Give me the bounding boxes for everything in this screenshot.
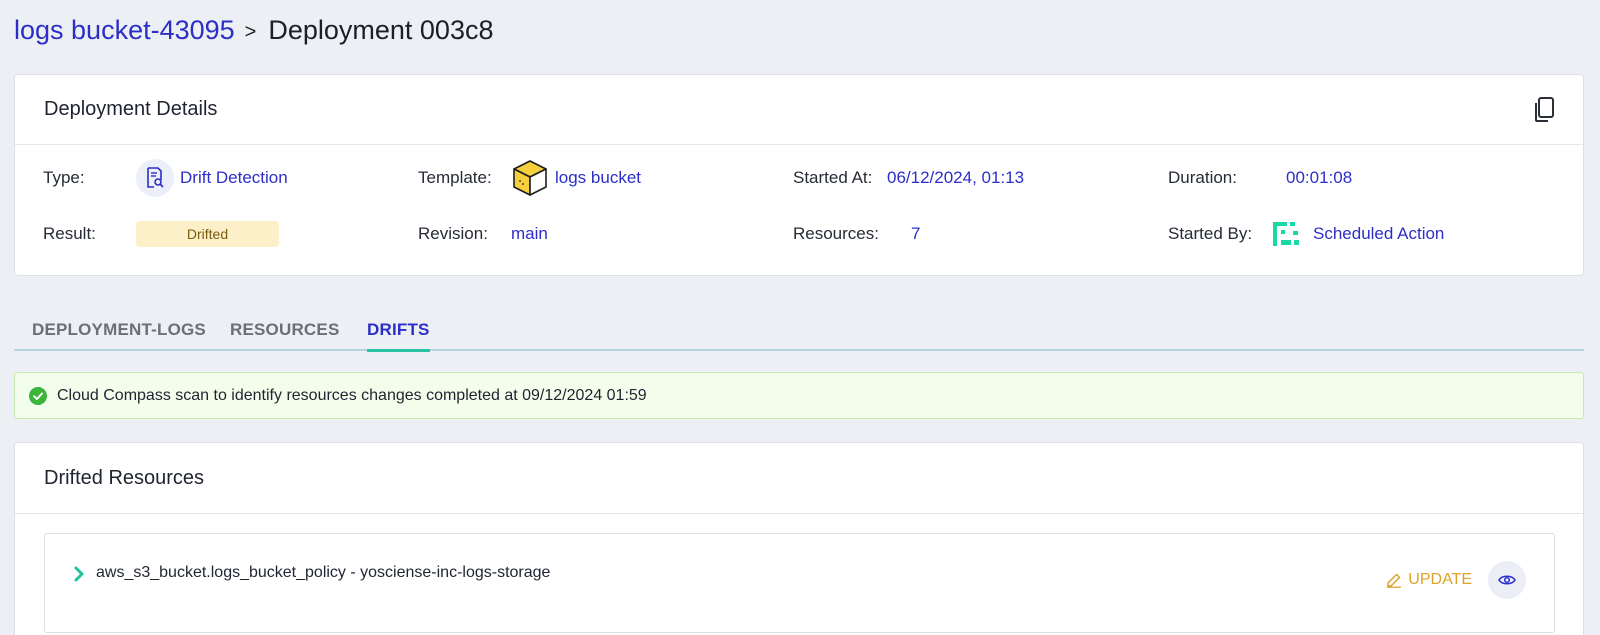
package-box-icon xyxy=(513,160,547,196)
resources-value-group: 7 xyxy=(911,216,920,252)
started-by-value-group[interactable]: Scheduled Action xyxy=(1271,216,1444,252)
resources-label: Resources: xyxy=(793,224,879,243)
duration-label: Duration: xyxy=(1168,168,1237,187)
result-label: Result: xyxy=(43,224,96,243)
drift-detection-icon xyxy=(136,159,174,197)
copy-icon[interactable] xyxy=(1533,97,1555,123)
started-by-field: Started By: xyxy=(1168,216,1252,252)
breadcrumb-parent-link[interactable]: logs bucket-43095 xyxy=(14,15,235,46)
type-field: Type: xyxy=(43,160,85,196)
started-at-field: Started At: xyxy=(793,160,872,196)
deployment-details-card: Deployment Details Type: Drift Detection… xyxy=(14,74,1584,276)
tab-bar: DEPLOYMENT-LOGS RESOURCES DRIFTS xyxy=(14,308,1584,352)
alert-message: Cloud Compass scan to identify resources… xyxy=(57,386,647,404)
eye-icon xyxy=(1498,575,1516,585)
result-status-badge: Drifted xyxy=(136,221,279,247)
deployment-details-header: Deployment Details xyxy=(15,75,1583,145)
started-by-label: Started By: xyxy=(1168,224,1253,243)
breadcrumb-separator: > xyxy=(244,20,257,43)
pencil-icon xyxy=(1387,573,1402,588)
drifted-resources-card: Drifted Resources aws_s3_bucket.logs_buc… xyxy=(14,442,1584,635)
revision-value-group: main xyxy=(511,216,548,252)
started-at-value-group: 06/12/2024, 01:13 xyxy=(887,160,1024,196)
template-field: Template: xyxy=(418,160,492,196)
duration-value: 00:01:08 xyxy=(1286,168,1353,187)
view-details-button[interactable] xyxy=(1488,561,1526,599)
drifted-resources-title: Drifted Resources xyxy=(44,466,205,489)
started-by-value[interactable]: Scheduled Action xyxy=(1313,224,1444,244)
started-at-label: Started At: xyxy=(793,168,873,187)
update-button-label: UPDATE xyxy=(1408,571,1472,588)
page-title: Deployment 003c8 xyxy=(268,14,494,45)
resources-value: 7 xyxy=(911,224,921,243)
type-value[interactable]: Drift Detection xyxy=(180,168,288,188)
started-at-value: 06/12/2024, 01:13 xyxy=(887,168,1025,187)
check-circle-icon xyxy=(29,386,47,405)
duration-value-group: 00:01:08 xyxy=(1286,160,1352,196)
template-value-group[interactable]: logs bucket xyxy=(512,160,641,196)
scheduled-action-logo-icon xyxy=(1273,222,1299,246)
drifted-resource-name[interactable]: aws_s3_bucket.logs_bucket_policy - yosci… xyxy=(96,564,550,582)
duration-field: Duration: xyxy=(1168,160,1237,196)
breadcrumb: logs bucket-43095 > Deployment 003c8 xyxy=(14,12,493,48)
revision-label: Revision: xyxy=(418,224,488,243)
revision-field: Revision: xyxy=(418,216,488,252)
scan-complete-alert: Cloud Compass scan to identify resources… xyxy=(14,372,1584,419)
resources-field: Resources: xyxy=(793,216,879,252)
tab-resources[interactable]: RESOURCES xyxy=(230,320,340,349)
update-button[interactable]: UPDATE xyxy=(1386,571,1472,589)
template-value[interactable]: logs bucket xyxy=(555,168,641,188)
deployment-details-title: Deployment Details xyxy=(44,98,218,120)
type-label: Type: xyxy=(43,168,85,187)
revision-value: main xyxy=(511,224,548,243)
result-value-group: Drifted xyxy=(136,216,279,252)
template-label: Template: xyxy=(418,168,492,187)
tab-drifts[interactable]: DRIFTS xyxy=(367,320,430,352)
type-value-group[interactable]: Drift Detection xyxy=(136,159,288,197)
tab-deployment-logs[interactable]: DEPLOYMENT-LOGS xyxy=(32,320,206,349)
chevron-right-icon[interactable] xyxy=(73,566,85,582)
result-field: Result: xyxy=(43,216,96,252)
drifted-resources-header: Drifted Resources xyxy=(15,443,1583,514)
list-item: aws_s3_bucket.logs_bucket_policy - yosci… xyxy=(44,533,1555,633)
